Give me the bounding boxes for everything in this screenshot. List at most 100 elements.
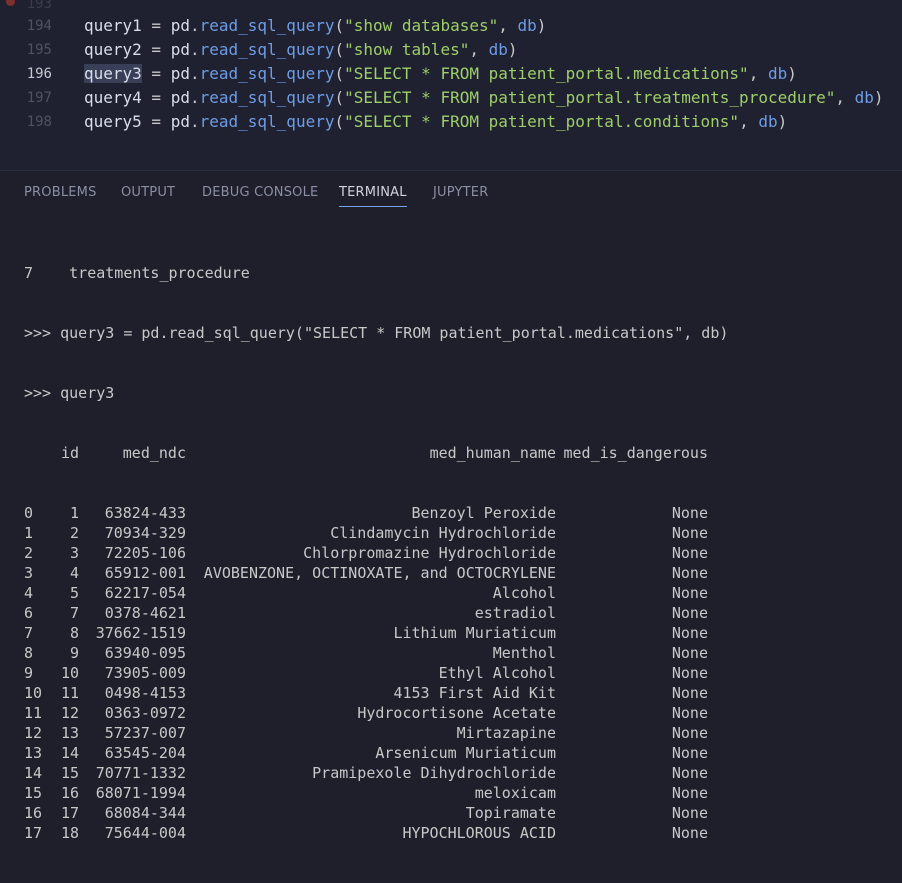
variable-name: query4: [84, 88, 142, 107]
dot: .: [189, 88, 200, 107]
cell-med-is-dangerous: None: [671, 684, 708, 702]
line-number: 195: [26, 42, 52, 58]
table-row: 8 9 63940-095 Menthol None: [24, 643, 894, 663]
comma: ,: [498, 16, 518, 35]
table-row: 15 16 68071-1994 meloxicam None: [24, 783, 894, 803]
function-name: read_sql_query: [199, 112, 335, 131]
code-text: query4 = pd.read_sql_query("SELECT * FRO…: [84, 86, 884, 110]
cell-med-is-dangerous: None: [671, 724, 708, 742]
tab-terminal[interactable]: TERMINAL: [339, 185, 407, 207]
code-text: query5 = pd.read_sql_query("SELECT * FRO…: [84, 110, 787, 134]
cell-med-is-dangerous: None: [671, 784, 708, 802]
terminal-output[interactable]: 7 treatments_procedure >>> query3 = pd.r…: [24, 223, 894, 883]
dot: .: [189, 112, 200, 131]
table-row: 17 18 75644-004 HYPOCHLOROUS ACID None: [24, 823, 894, 843]
paren-close: ): [787, 64, 797, 83]
paren-close: ): [507, 40, 518, 59]
code-editor[interactable]: 193 194 query1 = pd.read_sql_query("show …: [0, 0, 902, 170]
table-row: 1 2 70934-329 Clindamycin Hydrochloride None: [24, 523, 894, 543]
module-name: pd: [170, 88, 190, 107]
table-row: 16 17 68084-344 Topiramate None: [24, 803, 894, 823]
comma: ,: [748, 64, 768, 83]
cell-med-is-dangerous: None: [671, 824, 708, 842]
db-arg: db: [488, 40, 508, 59]
module-name: pd: [170, 112, 190, 131]
code-text: query1 = pd.read_sql_query("show databas…: [84, 14, 546, 38]
string-literal: "SELECT * FROM patient_portal.treatments…: [344, 88, 836, 107]
terminal-line: >>> query3: [24, 384, 115, 402]
comma: ,: [739, 112, 759, 131]
tab-debug-console[interactable]: DEBUG CONSOLE: [202, 185, 318, 206]
dot: .: [189, 64, 200, 83]
table-row: 6 7 0378-4621 estradiol None: [24, 603, 894, 623]
dot: .: [189, 40, 200, 59]
paren-close: ): [777, 112, 788, 131]
cell-med-is-dangerous: None: [671, 544, 708, 562]
tab-jupyter[interactable]: JUPYTER: [433, 185, 488, 206]
variable-name: query1: [84, 16, 142, 35]
panel-tabs: PROBLEMS OUTPUT DEBUG CONSOLE TERMINAL J…: [0, 171, 902, 215]
module-name: pd: [170, 64, 190, 83]
operator: =: [141, 40, 171, 59]
operator: =: [141, 64, 171, 83]
function-name: read_sql_query: [199, 64, 335, 83]
table-row: 11 12 0363-0972 Hydrocortisone Acetate None: [24, 703, 894, 723]
code-line[interactable]: 195 query2 = pd.read_sql_query("show tabl…: [0, 38, 902, 62]
operator: =: [141, 112, 171, 131]
db-arg: db: [854, 88, 874, 107]
cell-med-is-dangerous: None: [671, 624, 708, 642]
terminal-line: >>> query3 = pd.read_sql_query("SELECT *…: [24, 324, 729, 342]
string-literal: "show tables": [344, 40, 470, 59]
paren-close: ): [873, 88, 884, 107]
table-header: id med_ndc med_human_name med_is_dangero…: [24, 443, 894, 463]
bottom-panel: PROBLEMS OUTPUT DEBUG CONSOLE TERMINAL J…: [0, 170, 902, 842]
paren-close: ): [536, 16, 547, 35]
function-name: read_sql_query: [199, 16, 335, 35]
table-row: 10 11 0498-4153 4153 First Aid Kit None: [24, 683, 894, 703]
cell-med-is-dangerous: None: [671, 504, 708, 522]
string-literal: "SELECT * FROM patient_portal.conditions…: [344, 112, 740, 131]
table-row: 14 15 70771-1332 Pramipexole Dihydrochlorid…: [24, 763, 894, 783]
module-name: pd: [170, 16, 190, 35]
paren-open: (: [334, 88, 345, 107]
code-text: query3 = pd.read_sql_query("SELECT * FRO…: [84, 62, 797, 86]
cell-med-is-dangerous: None: [671, 744, 708, 762]
paren-open: (: [334, 112, 345, 131]
code-line[interactable]: 197 query4 = pd.read_sql_query("SELECT * …: [0, 86, 902, 110]
table-row: 7 8 37662-1519 Lithium Muriaticum None: [24, 623, 894, 643]
paren-open: (: [334, 40, 345, 59]
cell-med-is-dangerous: None: [671, 804, 708, 822]
comma: ,: [835, 88, 855, 107]
cell-med-is-dangerous: None: [671, 764, 708, 782]
header-med-is-dangerous: med_is_dangerous: [563, 444, 709, 462]
code-text: query2 = pd.read_sql_query("show tables"…: [84, 38, 518, 62]
tab-problems[interactable]: PROBLEMS: [24, 185, 97, 206]
table-row: 9 10 73905-009 Ethyl Alcohol None: [24, 663, 894, 683]
code-line[interactable]: 198 query5 = pd.read_sql_query("SELECT * …: [0, 110, 902, 134]
tab-output[interactable]: OUTPUT: [121, 185, 175, 206]
code-line[interactable]: 194 query1 = pd.read_sql_query("show data…: [0, 14, 902, 38]
dot: .: [189, 16, 200, 35]
variable-name: query5: [84, 112, 142, 131]
cell-med-is-dangerous: None: [671, 524, 708, 542]
code-line[interactable]: 196 query3 = pd.read_sql_query("SELECT * …: [0, 62, 902, 86]
paren-open: (: [334, 16, 345, 35]
operator: =: [141, 88, 171, 107]
cell-med-is-dangerous: None: [671, 644, 708, 662]
db-arg: db: [517, 16, 537, 35]
variable-name: query2: [84, 40, 142, 59]
table-row: 0 1 63824-433 Benzoyl Peroxide None: [24, 503, 894, 523]
string-literal: "show databases": [344, 16, 499, 35]
table-row: 2 3 72205-106 Chlorpromazine Hydrochloride N…: [24, 543, 894, 563]
function-name: read_sql_query: [199, 88, 335, 107]
module-name: pd: [170, 40, 190, 59]
table-row: 3 4 65912-001 AVOBENZONE, OCTINOXATE, and O…: [24, 563, 894, 583]
table-row: 13 14 63545-204 Arsenicum Muriaticum None: [24, 743, 894, 763]
line-number: 196: [26, 66, 52, 82]
cell-med-is-dangerous: None: [671, 604, 708, 622]
db-arg: db: [767, 64, 788, 83]
cell-med-is-dangerous: None: [671, 564, 708, 582]
cell-med-is-dangerous: None: [671, 584, 708, 602]
paren-open: (: [334, 64, 345, 83]
cell-med-is-dangerous: None: [671, 704, 708, 722]
